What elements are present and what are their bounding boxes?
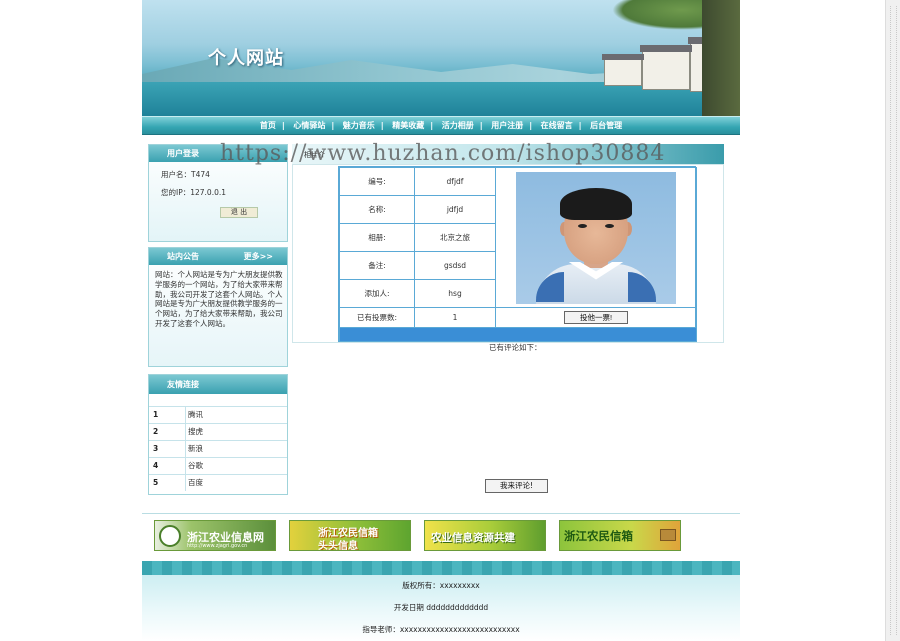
ad-banner-resource-sharing[interactable]: 农业信息资源共建 bbox=[424, 520, 546, 551]
vote-cell: 投他一票! bbox=[495, 307, 697, 328]
detail-footer-bar bbox=[339, 327, 697, 342]
friend-link[interactable]: 谷歌 bbox=[185, 458, 287, 474]
nav-guestbook[interactable]: 在线留言 bbox=[537, 121, 577, 130]
comment-button[interactable]: 我来评论! bbox=[485, 479, 548, 493]
vertical-scrollbar[interactable] bbox=[885, 0, 900, 641]
watermark: https://www.huzhan.com/ishop30884 bbox=[220, 141, 666, 166]
notice-more-link[interactable]: 更多>> bbox=[244, 248, 273, 265]
ad-banner-farmer-mailbox[interactable]: 浙江农民信箱 头头信息 bbox=[289, 520, 411, 551]
nav-separator: | bbox=[479, 121, 483, 130]
photo-shirt-stripe bbox=[628, 271, 656, 302]
friend-link[interactable]: 搜虎 bbox=[185, 424, 287, 440]
note-label: 备注: bbox=[339, 251, 415, 280]
footer-date: 开发日期 ddddddddddddd bbox=[393, 603, 489, 612]
ad-banner-text: 浙江农民信箱 bbox=[564, 529, 633, 543]
friend-links-list: 1 腾讯 2 搜虎 3 新浪 4 谷歌 5 百度 bbox=[149, 406, 287, 491]
nav-mood[interactable]: 心情驿站 bbox=[289, 121, 329, 130]
notice-panel-title: 站内公告 bbox=[167, 252, 199, 261]
nav-home[interactable]: 首页 bbox=[256, 121, 280, 130]
nav-collection[interactable]: 精美收藏 bbox=[388, 121, 428, 130]
list-item: 4 谷歌 bbox=[149, 457, 287, 474]
list-item: 3 新浪 bbox=[149, 440, 287, 457]
banner-roof bbox=[640, 45, 692, 52]
ad-banner-agri-info[interactable]: 浙江农业信息网 http://www.zjagri.gov.cn bbox=[154, 520, 276, 551]
username-line: 用户名：T474 bbox=[161, 170, 210, 179]
list-item: 2 搜虎 bbox=[149, 423, 287, 440]
list-item: 5 百度 bbox=[149, 474, 287, 491]
name-label: 名称: bbox=[339, 195, 415, 224]
photo-eye bbox=[578, 223, 587, 228]
site-banner: 个人网站 bbox=[142, 0, 740, 116]
banner-villa bbox=[642, 50, 690, 90]
site-title: 个人网站 bbox=[208, 48, 284, 69]
vote-button[interactable]: 投他一票! bbox=[564, 311, 628, 324]
student-photo bbox=[516, 171, 676, 304]
link-number: 3 bbox=[153, 444, 159, 453]
site-footer: 版权所有：xxxxxxxxx 开发日期 ddddddddddddd 指导老师：x… bbox=[142, 561, 740, 641]
nav-album[interactable]: 活力相册 bbox=[438, 121, 478, 130]
comments-label: 已有评论如下： bbox=[489, 343, 542, 352]
photo-hair bbox=[560, 187, 632, 220]
banner-villa bbox=[604, 58, 642, 86]
friend-link[interactable]: 新浪 bbox=[185, 441, 287, 457]
logout-button[interactable]: 退 出 bbox=[220, 207, 258, 218]
link-number: 4 bbox=[153, 461, 159, 470]
votes-label: 已有投票数: bbox=[339, 307, 415, 328]
link-number: 5 bbox=[153, 478, 159, 487]
photo-cell bbox=[495, 167, 697, 308]
friend-links-panel: 友情连接 1 腾讯 2 搜虎 3 新浪 4 谷歌 5 百度 bbox=[148, 374, 288, 495]
main-navigation: 首页 | 心情驿站 | 魅力音乐 | 精美收藏 | 活力相册 | 用户注册 | 在线留言 | … bbox=[142, 116, 740, 135]
nav-separator: | bbox=[529, 121, 533, 130]
nav-separator: | bbox=[331, 121, 335, 130]
friend-links-title: 友情连接 bbox=[149, 375, 287, 394]
notice-text: 网站：个人网站是专为广大朋友提供教学服务的一个网站，为了给大家带来帮助，我公司开… bbox=[155, 270, 283, 328]
id-value: dfjdf bbox=[414, 167, 496, 196]
notice-panel: 站内公告 更多>> 网站：个人网站是专为广大朋友提供教学服务的一个网站，为了给大… bbox=[148, 247, 288, 367]
content-divider bbox=[142, 513, 740, 514]
banner-tree-trunk bbox=[702, 0, 740, 116]
nav-separator: | bbox=[578, 121, 582, 130]
footer-copyright: 版权所有：xxxxxxxxx bbox=[402, 581, 480, 590]
notice-panel-header: 站内公告 更多>> bbox=[149, 248, 287, 265]
nav-admin[interactable]: 后台管理 bbox=[586, 121, 626, 130]
footer-teacher: 指导老师：xxxxxxxxxxxxxxxxxxxxxxxxxxx bbox=[362, 625, 520, 634]
mailbox-icon bbox=[660, 529, 676, 541]
photo-detail-table: 编号: dfjdf 名称: jdfjd 相册: 北京之旅 备注: gsdsd 添… bbox=[338, 166, 697, 342]
photo-shirt-stripe bbox=[536, 271, 564, 302]
votes-value: 1 bbox=[414, 307, 496, 328]
photo-detail-panel: 编号: dfjdf 名称: jdfjd 相册: 北京之旅 备注: gsdsd 添… bbox=[292, 164, 724, 343]
ip-line: 您的IP：127.0.0.1 bbox=[161, 188, 227, 197]
ad-banner-url: http://www.zjagri.gov.cn bbox=[187, 543, 248, 549]
list-item: 1 腾讯 bbox=[149, 406, 287, 423]
ad-banner-mailbox[interactable]: 浙江农民信箱 bbox=[559, 520, 681, 551]
link-number: 1 bbox=[153, 410, 159, 419]
ad-banner-text: 农业信息资源共建 bbox=[431, 532, 515, 544]
nav-music[interactable]: 魅力音乐 bbox=[339, 121, 379, 130]
adder-label: 添加人: bbox=[339, 279, 415, 308]
photo-eye bbox=[605, 223, 614, 228]
friend-link[interactable]: 百度 bbox=[185, 475, 287, 491]
nav-separator: | bbox=[430, 121, 434, 130]
agri-logo-icon bbox=[159, 525, 181, 547]
album-label: 相册: bbox=[339, 223, 415, 252]
ad-banner-text: 头头信息 bbox=[318, 541, 358, 551]
album-value: 北京之旅 bbox=[414, 223, 496, 252]
note-value: gsdsd bbox=[414, 251, 496, 280]
footer-strip bbox=[142, 561, 740, 575]
nav-register[interactable]: 用户注册 bbox=[487, 121, 527, 130]
friend-link[interactable]: 腾讯 bbox=[185, 407, 287, 423]
scrollbar-track[interactable] bbox=[890, 6, 897, 635]
adder-value: hsg bbox=[414, 279, 496, 308]
nav-separator: | bbox=[380, 121, 384, 130]
banner-roof bbox=[602, 54, 644, 60]
nav-separator: | bbox=[281, 121, 285, 130]
id-label: 编号: bbox=[339, 167, 415, 196]
name-value: jdfjd bbox=[414, 195, 496, 224]
link-number: 2 bbox=[153, 427, 159, 436]
